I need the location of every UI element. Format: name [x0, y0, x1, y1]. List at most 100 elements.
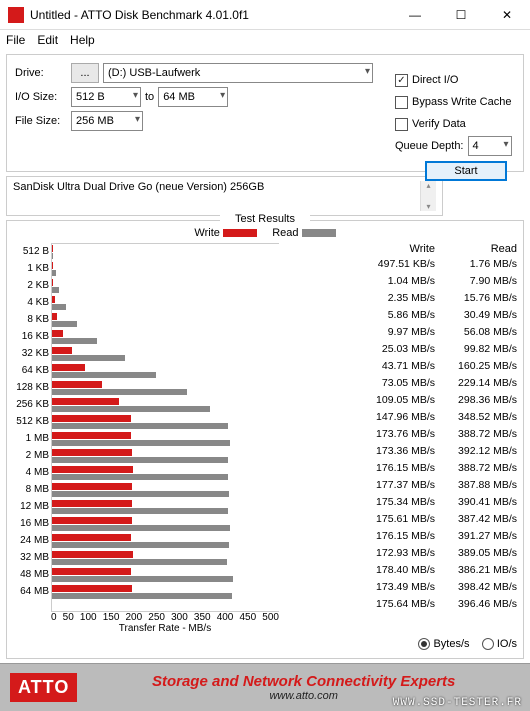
data-row: 73.05 MB/s229.14 MB/s: [285, 374, 517, 391]
write-bar: [52, 432, 131, 439]
data-row: 497.51 KB/s1.76 MB/s: [285, 255, 517, 272]
read-bar: [52, 525, 230, 531]
config-panel: Drive: ... (D:) USB-Laufwerk ▾ I/O Size:…: [6, 54, 524, 172]
chart-y-labels: 512 B1 KB2 KB4 KB8 KB16 KB32 KB64 KB128 …: [13, 243, 51, 612]
read-bar: [52, 270, 56, 276]
bar-row: [52, 567, 279, 584]
direct-io-checkbox[interactable]: ✓: [395, 74, 408, 87]
y-tick: 256 KB: [13, 396, 49, 413]
chart-legend: Write Read: [13, 227, 517, 239]
io-to-label: to: [145, 91, 154, 103]
chevron-down-icon: ▾: [503, 139, 508, 150]
data-row: 2.35 MB/s15.76 MB/s: [285, 289, 517, 306]
write-bar: [52, 517, 132, 524]
read-bar: [52, 338, 97, 344]
y-tick: 128 KB: [13, 379, 49, 396]
drive-select[interactable]: (D:) USB-Laufwerk ▾: [103, 63, 373, 83]
y-tick: 24 MB: [13, 532, 49, 549]
direct-io-label: Direct I/O: [412, 74, 458, 86]
results-title: Test Results: [220, 213, 310, 225]
bar-row: [52, 397, 279, 414]
data-row: 43.71 MB/s160.25 MB/s: [285, 357, 517, 374]
write-bar: [52, 415, 131, 422]
data-row: 175.34 MB/s390.41 MB/s: [285, 493, 517, 510]
scrollbar[interactable]: ▴▾: [420, 181, 436, 211]
write-bar: [52, 585, 132, 592]
bar-row: [52, 261, 279, 278]
y-tick: 1 KB: [13, 260, 49, 277]
chevron-down-icon: ▾: [220, 90, 225, 101]
bar-row: [52, 482, 279, 499]
write-bar: [52, 449, 132, 456]
write-bar: [52, 296, 55, 303]
y-tick: 64 MB: [13, 583, 49, 600]
bar-row: [52, 533, 279, 550]
bar-row: [52, 346, 279, 363]
ios-radio[interactable]: [482, 638, 494, 650]
bar-row: [52, 295, 279, 312]
data-row: 172.93 MB/s389.05 MB/s: [285, 544, 517, 561]
menubar: File Edit Help: [0, 30, 530, 50]
y-tick: 512 B: [13, 243, 49, 260]
bar-row: [52, 431, 279, 448]
y-tick: 16 KB: [13, 328, 49, 345]
menu-help[interactable]: Help: [70, 33, 95, 47]
data-row: 176.15 MB/s391.27 MB/s: [285, 527, 517, 544]
data-row: 25.03 MB/s99.82 MB/s: [285, 340, 517, 357]
bytes-label: Bytes/s: [433, 638, 469, 650]
data-row: 177.37 MB/s387.88 MB/s: [285, 476, 517, 493]
bypass-label: Bypass Write Cache: [412, 96, 511, 108]
write-bar: [52, 534, 131, 541]
file-size-label: File Size:: [15, 115, 67, 127]
bypass-checkbox[interactable]: [395, 96, 408, 109]
ios-label: IO/s: [497, 638, 517, 650]
y-tick: 4 MB: [13, 464, 49, 481]
queue-depth-label: Queue Depth:: [395, 140, 464, 152]
read-bar: [52, 287, 59, 293]
drive-browse-button[interactable]: ...: [71, 63, 99, 83]
io-size-from-select[interactable]: 512 B ▾: [71, 87, 141, 107]
device-description: SanDisk Ultra Dual Drive Go (neue Versio…: [6, 176, 443, 216]
read-bar: [52, 440, 230, 446]
maximize-button[interactable]: ☐: [438, 0, 484, 29]
read-bar: [52, 474, 228, 480]
read-bar: [52, 423, 228, 429]
bar-row: [52, 380, 279, 397]
menu-edit[interactable]: Edit: [37, 33, 58, 47]
bar-row: [52, 499, 279, 516]
bar-row: [52, 312, 279, 329]
chevron-down-icon: ▾: [135, 114, 140, 125]
bar-row: [52, 465, 279, 482]
bar-row: [52, 516, 279, 533]
app-icon: [8, 7, 24, 23]
read-bar: [52, 593, 232, 599]
data-row: 173.36 MB/s392.12 MB/s: [285, 442, 517, 459]
bytes-radio[interactable]: [418, 638, 430, 650]
y-tick: 16 MB: [13, 515, 49, 532]
verify-label: Verify Data: [412, 118, 466, 130]
atto-logo: ATTO: [10, 673, 77, 702]
start-button[interactable]: Start: [425, 161, 507, 181]
read-bar: [52, 542, 229, 548]
chevron-down-icon: ▾: [365, 66, 370, 77]
read-bar: [52, 559, 227, 565]
write-bar: [52, 483, 132, 490]
file-size-select[interactable]: 256 MB ▾: [71, 111, 143, 131]
bar-row: [52, 448, 279, 465]
col-read: Read: [445, 243, 517, 255]
y-tick: 8 KB: [13, 311, 49, 328]
data-row: 175.61 MB/s387.42 MB/s: [285, 510, 517, 527]
queue-depth-select[interactable]: 4 ▾: [468, 136, 512, 156]
io-size-to-select[interactable]: 64 MB ▾: [158, 87, 228, 107]
y-tick: 48 MB: [13, 566, 49, 583]
menu-file[interactable]: File: [6, 33, 25, 47]
close-button[interactable]: ✕: [484, 0, 530, 29]
titlebar: Untitled - ATTO Disk Benchmark 4.01.0f1 …: [0, 0, 530, 30]
verify-checkbox[interactable]: [395, 118, 408, 131]
write-bar: [52, 364, 85, 371]
bar-row: [52, 584, 279, 601]
y-tick: 512 KB: [13, 413, 49, 430]
minimize-button[interactable]: —: [392, 0, 438, 29]
y-tick: 12 MB: [13, 498, 49, 515]
chart-x-label: Transfer Rate - MB/s: [51, 623, 279, 634]
